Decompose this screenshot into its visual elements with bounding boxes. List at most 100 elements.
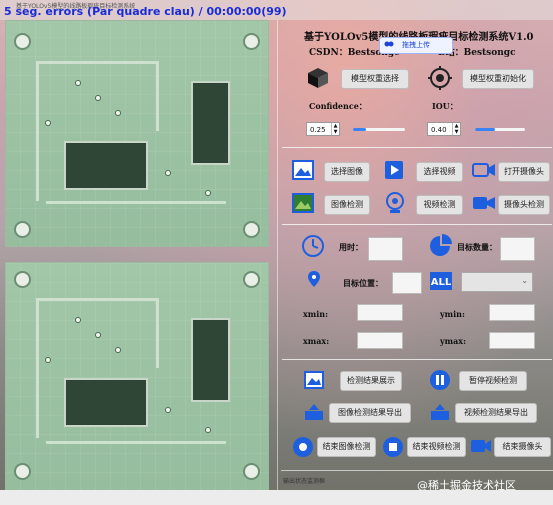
- pcb-chip: [191, 318, 230, 402]
- pcb-hole: [243, 33, 260, 50]
- iou-spinbox[interactable]: 0.40 ▲ ▼: [427, 122, 461, 136]
- ymin-label: ymin:: [440, 309, 465, 319]
- pcb-hole: [14, 33, 31, 50]
- end-image-detect-button[interactable]: 结束图像检测: [317, 437, 376, 457]
- export-image-button[interactable]: 图像检测结果导出: [329, 403, 411, 423]
- upload-label: 拖拽上传: [402, 41, 430, 49]
- pcb-trace: [156, 298, 159, 368]
- export-video-button[interactable]: 视频检测结果导出: [455, 403, 537, 423]
- cube-icon: [308, 68, 328, 88]
- result-image-panel: [5, 262, 269, 492]
- pcb-trace: [36, 298, 39, 438]
- time-value-field: [368, 237, 403, 261]
- pcb-trace: [156, 61, 159, 131]
- end-image-icon: [293, 437, 313, 457]
- xmin-field: [357, 304, 403, 321]
- xmin-label: xmin:: [303, 309, 329, 319]
- video-detect-button[interactable]: 视频检测: [416, 195, 463, 215]
- select-video-button[interactable]: 选择视频: [416, 162, 463, 182]
- target-count-field: [500, 237, 535, 261]
- confidence-spinbox[interactable]: 0.25 ▲ ▼: [306, 122, 340, 136]
- pcb-pad: [116, 111, 120, 115]
- chevron-down-icon[interactable]: ⌄: [521, 276, 528, 285]
- pcb-hole: [243, 463, 260, 480]
- model-init-button[interactable]: 模型权重初始化: [462, 69, 534, 89]
- target-position-field: [392, 272, 422, 294]
- pcb-pad: [166, 171, 170, 175]
- pcb-pad: [206, 191, 210, 195]
- iou-value: 0.40: [431, 126, 447, 134]
- pcb-chip: [191, 81, 230, 165]
- pcb-trace: [36, 61, 156, 64]
- webcam-icon: [386, 192, 404, 213]
- pcb-pad: [96, 96, 100, 100]
- pcb-trace: [36, 298, 156, 301]
- xmax-field: [357, 332, 403, 349]
- video-camera-icon: [473, 197, 495, 209]
- pcb-trace: [36, 61, 39, 201]
- show-result-button[interactable]: 检测结果展示: [340, 371, 402, 391]
- camera-detect-button[interactable]: 摄像头检测: [498, 195, 550, 215]
- section-divider: [282, 224, 552, 225]
- end-camera-icon: [471, 440, 491, 452]
- section-divider: [282, 147, 552, 148]
- pcb-pad: [76, 318, 80, 322]
- section-divider: [282, 359, 552, 360]
- confidence-slider-fill: [353, 128, 366, 131]
- ymax-label: ymax:: [440, 336, 467, 346]
- pcb-pad: [76, 81, 80, 85]
- target-select-dropdown[interactable]: ⌄: [461, 272, 533, 292]
- model-select-button[interactable]: 模型权重选择: [341, 69, 409, 89]
- status-text: 输出状态监测框: [283, 478, 326, 485]
- pcb-hole: [243, 221, 260, 238]
- select-image-button[interactable]: 选择图像: [324, 162, 370, 182]
- end-video-detect-button[interactable]: 结束视频检测: [407, 437, 466, 457]
- original-image-panel: [5, 20, 269, 247]
- xmax-label: xmax:: [303, 336, 330, 346]
- video-file-icon: [385, 161, 403, 179]
- pcb-pad: [166, 408, 170, 412]
- pie-chart-icon: [430, 234, 452, 256]
- pcb-chip: [64, 141, 148, 190]
- target-count-label: 目标数量：: [457, 242, 497, 252]
- svg-text:ALL: ALL: [431, 277, 452, 288]
- pcb-hole: [14, 463, 31, 480]
- pcb-chip: [64, 378, 148, 427]
- upload-icon: [384, 41, 394, 47]
- pcb-pad: [96, 333, 100, 337]
- image-detect-icon: [292, 193, 314, 213]
- iou-slider[interactable]: [475, 128, 525, 131]
- pcb-hole: [14, 221, 31, 238]
- pcb-hole: [14, 271, 31, 288]
- image-icon: [292, 160, 314, 180]
- export-video-icon: [431, 404, 449, 420]
- camera-icon: [472, 163, 495, 177]
- open-camera-button[interactable]: 打开摄像头: [498, 162, 550, 182]
- pcb-hole: [243, 271, 260, 288]
- ymax-field: [489, 332, 535, 349]
- confidence-label: Confidence：: [309, 101, 367, 111]
- spin-arrows-icon[interactable]: ▲ ▼: [331, 123, 339, 135]
- confidence-value: 0.25: [310, 126, 326, 134]
- bottom-bar: [0, 490, 553, 505]
- target-icon: [428, 66, 452, 90]
- pause-video-button[interactable]: 暂停视频检测: [459, 371, 527, 391]
- end-camera-button[interactable]: 结束摄像头: [494, 437, 551, 457]
- target-position-label: 目标位置：: [343, 278, 383, 288]
- result-image-icon: [304, 371, 324, 389]
- iou-slider-fill: [475, 128, 495, 131]
- clock-icon: [302, 235, 324, 257]
- spin-arrows-icon[interactable]: ▲ ▼: [452, 123, 460, 135]
- end-video-icon: [383, 437, 403, 457]
- all-icon: ALL: [430, 272, 452, 290]
- pcb-trace: [46, 201, 226, 204]
- iou-label: IOU：: [432, 101, 458, 111]
- pcb-pad: [206, 428, 210, 432]
- pcb-trace: [46, 441, 226, 444]
- confidence-slider[interactable]: [353, 128, 405, 131]
- pcb-pad: [116, 348, 120, 352]
- pause-icon: [430, 370, 450, 390]
- time-label: 用时：: [339, 242, 363, 252]
- image-detect-button[interactable]: 图像检测: [324, 195, 370, 215]
- location-icon: [308, 271, 320, 287]
